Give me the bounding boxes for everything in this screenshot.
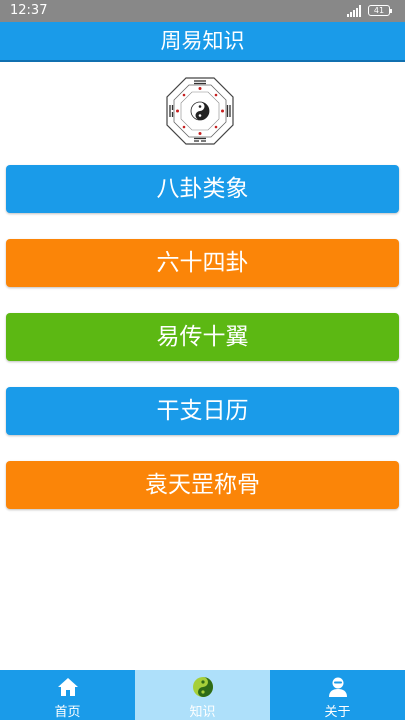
nav-home[interactable]: 首页 (0, 670, 135, 720)
nav-home-label: 首页 (54, 705, 81, 720)
status-bar: 12:37 41 (0, 0, 405, 22)
menu-button-yizhuan[interactable]: 易传十翼 (6, 313, 399, 361)
home-icon (57, 678, 78, 696)
nav-about-label: 关于 (324, 705, 351, 720)
bottom-nav: 首页 知识 关于 (0, 670, 405, 720)
signal-icon (347, 5, 361, 17)
menu-button-bagua[interactable]: 八卦类象 (6, 165, 399, 213)
nav-knowledge[interactable]: 知识 (135, 670, 270, 720)
menu-button-ganzhi-calendar[interactable]: 干支日历 (6, 387, 399, 435)
nav-knowledge-label: 知识 (189, 705, 216, 720)
nav-about[interactable]: 关于 (270, 670, 405, 720)
bagua-emblem-icon (166, 77, 234, 145)
menu-button-64-hexagrams[interactable]: 六十四卦 (6, 239, 399, 287)
battery-icon: 41 (368, 5, 392, 16)
person-icon (328, 677, 347, 697)
status-time: 12:37 (10, 3, 48, 18)
menu-button-bone-weighing[interactable]: 袁天罡称骨 (6, 461, 399, 509)
page-title: 周易知识 (0, 22, 405, 62)
yin-yang-icon (192, 677, 213, 697)
